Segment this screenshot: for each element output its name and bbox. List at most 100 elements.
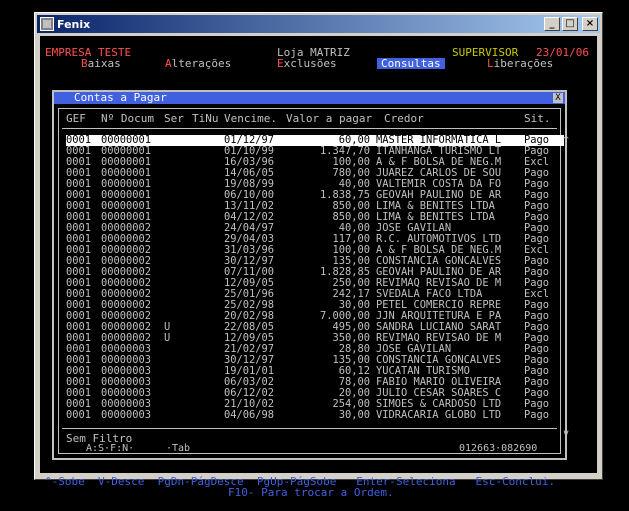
table-row[interactable]: 0001 00000002 07/11/00 1.828,85 GEOVAH PAULI… [66,267,564,278]
menu-alteracoes[interactable]: Alterações [165,58,231,69]
col-valor[interactable]: Valor a pagar [286,113,384,124]
table-row[interactable]: 0001 00000001 01/10/99 1.347,70 ITANHANGA TU… [66,146,564,157]
cell-credor: LIMA & BENITES LTDA [376,212,495,223]
scroll-up-icon[interactable]: ^ [563,135,569,146]
cell-gef: 0001 [66,333,92,344]
window-controls: _ □ × [544,17,598,31]
cell-valor: 1.828,85 [319,267,370,278]
table-row[interactable]: 0001 00000002 20/02/98 7.000,00 JJN ARQUITET… [66,311,564,322]
menu-baixas[interactable]: Baixas [81,58,121,69]
table-row[interactable]: 0001 00000002 25/02/98 30,00 PETEL COMERCIO … [66,300,564,311]
menu-exclusoes[interactable]: Exclusões [277,58,337,69]
scroll-down-icon[interactable]: v [563,428,569,439]
cell-valor: 100,00 [332,157,370,168]
menu-liberacoes[interactable]: Liberações [487,58,553,69]
table-row[interactable]: 0001 00000002 U 22/08/05 495,00 SANDRA LUCIAN… [66,322,564,333]
table-row[interactable]: 0001 00000002 12/09/05 250,00 REVIMAQ REVISA… [66,278,564,289]
cell-gef: 0001 [66,322,92,333]
order-indicator: A:S·F:N· [86,443,135,454]
cell-valor: 60,12 [338,366,370,377]
col-gef[interactable]: GEF [66,113,101,124]
help-line-order: F10- Para trocar a Ordem. [228,486,394,499]
cell-ser: U [164,333,171,344]
close-button[interactable]: × [582,17,598,31]
table-row[interactable]: 0001 00000001 13/11/02 850,00 LIMA & BENITES… [66,201,564,212]
cell-sit: Excl [524,245,550,256]
cell-valor: 30,00 [338,300,370,311]
col-credor[interactable]: Credor [384,113,524,124]
maximize-button[interactable]: □ [562,17,578,31]
table-row[interactable]: 0001 00000001 19/08/99 40,00 VALTEMIR COSTA … [66,179,564,190]
cell-sit: Pago [524,212,550,223]
cell-credor: GEOVAH PAULINO DE AR [376,267,502,278]
col-docum[interactable]: Nº Docum [101,113,164,124]
cell-valor: 30,00 [338,410,370,421]
table-row[interactable]: 0001 00000001 01/12/97 60,00 MASTER INFORMAT… [66,135,564,146]
cell-docum: 00000001 [101,212,152,223]
cell-sit: Pago [524,366,550,377]
table-row[interactable]: 0001 00000003 19/01/01 60,12 YUCATAN TURISMO… [66,366,564,377]
table-row[interactable]: 0001 00000003 06/12/02 20,00 JULIO CESAR SOA… [66,388,564,399]
table-row[interactable]: 0001 00000003 04/06/98 30,00 VIDRACARIA GLOB… [66,410,564,421]
menu-hotkey: A [165,57,172,70]
cell-vencimento: 30/12/97 [224,256,275,267]
tab-indicator[interactable]: ·Tab [166,443,190,454]
cell-valor: 40,00 [338,179,370,190]
col-vencimento[interactable]: Vencime. [224,113,286,124]
cell-gef: 0001 [66,377,92,388]
menu-label: aixas [87,57,121,70]
cell-sit: Pago [524,399,550,410]
table-row[interactable]: 0001 00000002 25/01/96 242,17 SVEDALA FACO L… [66,289,564,300]
table-row[interactable]: 0001 00000003 06/03/02 78,00 FABIO MARIO OLI… [66,377,564,388]
menu-consultas[interactable]: Consultas [377,58,445,69]
table-row[interactable]: 0001 00000002 29/04/03 117,00 R.C. AUTOMOTIV… [66,234,564,245]
col-ser[interactable]: Ser [164,113,192,124]
cell-sit: Pago [524,223,550,234]
cell-sit: Pago [524,234,550,245]
cell-vencimento: 20/02/98 [224,311,275,322]
cell-valor: 20,00 [338,388,370,399]
cell-valor: 28,80 [338,344,370,355]
scrollbar[interactable]: ^ v [563,135,571,439]
table-row[interactable]: 0001 00000003 21/02/97 28,80 JOSE GAVILAN Pag… [66,344,564,355]
cell-credor: SVEDALA FACO LTDA [376,289,483,300]
cell-valor: 100,00 [332,245,370,256]
table-row[interactable]: 0001 00000001 06/10/00 1.838,75 GEOVAH PAULI… [66,190,564,201]
col-sit[interactable]: Sit. [524,113,554,124]
table-row[interactable]: 0001 00000001 14/06/05 780,00 JUAREZ CARLOS … [66,168,564,179]
cell-valor: 1.838,75 [319,190,370,201]
col-tinu[interactable]: TiNu [192,113,224,124]
cell-valor: 135,00 [332,256,370,267]
dialog-close-icon[interactable]: X [553,93,563,103]
cell-vencimento: 21/02/97 [224,344,275,355]
cell-vencimento: 12/09/05 [224,333,275,344]
table-row[interactable]: 0001 00000002 U 12/09/05 350,00 REVIMAQ REVIS… [66,333,564,344]
cell-docum: 00000003 [101,410,152,421]
menu-label: iberações [493,57,554,70]
cell-docum: 00000002 [101,311,152,322]
cell-valor: 7.000,00 [319,311,370,322]
title-bar[interactable]: Fenix _ □ × [37,15,600,33]
cell-credor: VALTEMIR COSTA DA FO [376,179,502,190]
table-row[interactable]: 0001 00000002 31/03/96 100,00 A & F BOLSA DE… [66,245,564,256]
menu-label: lterações [171,57,232,70]
cell-vencimento: 21/10/02 [224,399,275,410]
table-row[interactable]: 0001 00000001 16/03/96 100,00 A & F BOLSA DE… [66,157,564,168]
table-row[interactable]: 0001 00000003 30/12/97 135,00 CONSTANCIA GON… [66,355,564,366]
cell-credor: A & F BOLSA DE NEG.M [376,245,502,256]
cell-vencimento: 01/12/97 [224,135,275,146]
cell-sit: Pago [524,300,550,311]
cell-credor: SIMOES & CARDOSO LTD [376,399,502,410]
dialog-title: Contas a Pagar [74,91,167,104]
table-row[interactable]: 0001 00000001 04/12/02 850,00 LIMA & BENITES… [66,212,564,223]
cell-valor: 780,00 [332,168,370,179]
cell-valor: 60,00 [338,135,370,146]
table-row[interactable]: 0001 00000002 30/12/97 135,00 CONSTANCIA GON… [66,256,564,267]
window-title: Fenix [57,17,91,31]
table-row[interactable]: 0001 00000003 21/10/02 254,00 SIMOES & CARDO… [66,399,564,410]
cell-sit: Pago [524,190,550,201]
minimize-button[interactable]: _ [544,17,560,31]
table-row[interactable]: 0001 00000002 24/04/97 40,00 JOSE GAVILAN Pag… [66,223,564,234]
app-icon[interactable] [40,17,54,31]
cell-sit: Pago [524,344,550,355]
